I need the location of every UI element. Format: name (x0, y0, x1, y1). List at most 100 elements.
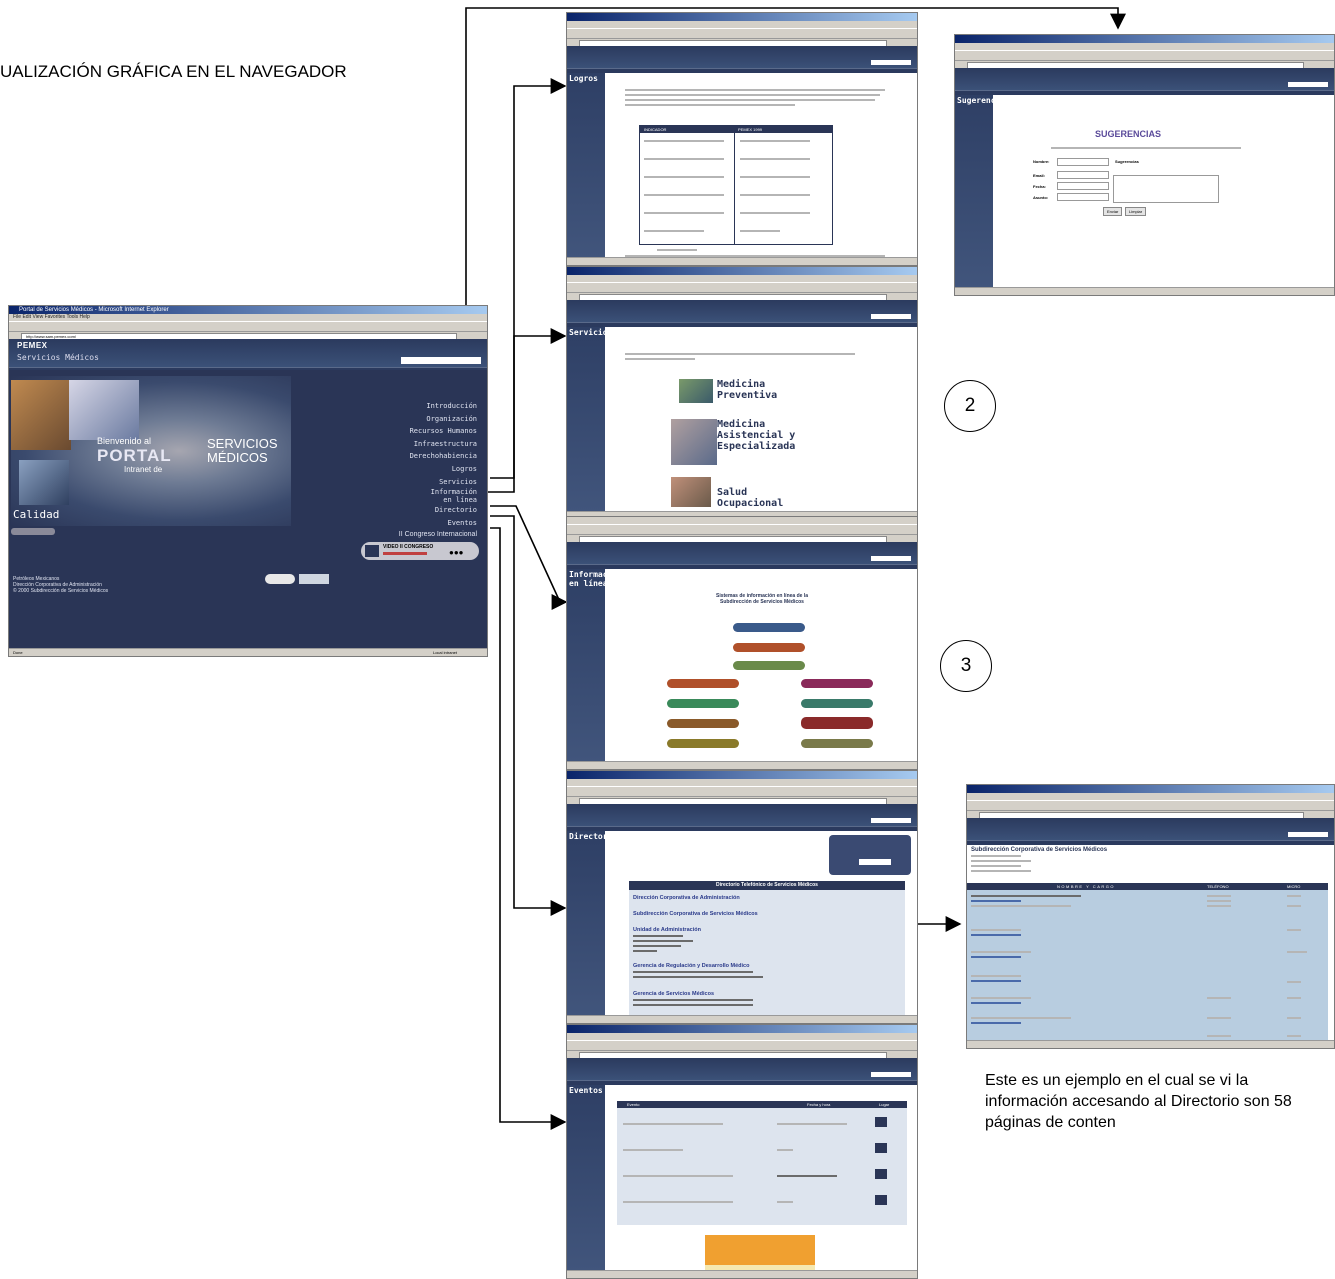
menu-item-informacion[interactable]: Información en línea (427, 488, 477, 504)
window-title (567, 13, 917, 21)
menu-item-servicios[interactable]: Servicios (399, 476, 477, 489)
side-bar (567, 73, 605, 258)
label-fecha: Fecha: (1033, 184, 1046, 189)
status-bar (567, 761, 917, 769)
pemex-logo: PEMEX (17, 341, 48, 350)
servicio-ocupacional[interactable]: Salud Ocupacional (717, 487, 817, 509)
footer-logo (265, 574, 295, 584)
step-marker-2: 2 (944, 380, 996, 432)
system-button[interactable] (801, 739, 873, 748)
event-link-icon[interactable] (875, 1195, 887, 1205)
event-link-icon[interactable] (875, 1143, 887, 1153)
system-button[interactable] (733, 643, 805, 652)
page-body: Eventos Evento Fecha y hora Lugar (567, 1085, 917, 1275)
logros-table-header: INDICADOR PEMEX 1999 (640, 126, 832, 133)
informacion-heading: Sistemas de información en línea de la S… (716, 593, 808, 605)
step-marker-3: 3 (940, 640, 992, 692)
search-input[interactable] (871, 556, 911, 561)
playback-controls-icon[interactable]: ●●● (449, 548, 464, 557)
site-header (567, 542, 917, 564)
menu-item-introduccion[interactable]: Introducción (399, 400, 477, 413)
enviar-button[interactable]: Enviar (1103, 207, 1123, 216)
directory-section[interactable]: Subdirección Corporativa de Servicios Mé… (633, 911, 758, 917)
nombre-input[interactable] (1057, 158, 1109, 166)
menu-bar (955, 43, 1334, 50)
system-button[interactable] (667, 679, 739, 688)
search-input[interactable] (871, 60, 911, 65)
banner-photo-surgery (69, 380, 139, 440)
label-email: Email: (1033, 173, 1046, 178)
search-input[interactable] (871, 818, 911, 823)
page-title: Servicios (569, 328, 613, 337)
system-button[interactable] (801, 717, 873, 729)
email-input[interactable] (1057, 171, 1109, 179)
search-input[interactable] (1288, 82, 1328, 87)
status-bar (567, 1270, 917, 1278)
directory-section[interactable]: Gerencia de Regulación y Desarrollo Médi… (633, 963, 749, 969)
col-indicador: INDICADOR (644, 127, 667, 132)
col-lugar: Lugar (879, 1102, 890, 1107)
eventos-table: Evento Fecha y hora Lugar (617, 1101, 907, 1225)
toolbar (9, 321, 487, 332)
search-input[interactable] (871, 1072, 911, 1077)
site-header (567, 46, 917, 68)
calidad-button[interactable] (11, 528, 55, 535)
footer-line: © 2000 Subdirección de Servicios Médicos (13, 588, 109, 594)
directory-search-input[interactable] (859, 859, 891, 865)
search-input[interactable] (871, 314, 911, 319)
asunto-input[interactable] (1057, 193, 1109, 201)
window-title (567, 1025, 917, 1033)
sugerencias-textarea[interactable] (1113, 175, 1219, 203)
system-button[interactable] (667, 699, 739, 708)
servicio-asistencial[interactable]: Medicina Asistencial y Especializada (717, 419, 817, 452)
address-bar (567, 293, 917, 301)
menu-item-organizacion[interactable]: Organización (399, 413, 477, 426)
col-pemex: PEMEX 1999 (738, 127, 763, 132)
detail-header: NOMBRE Y CARGO TELÉFONO MICRO (967, 883, 1328, 890)
system-button[interactable] (733, 623, 805, 632)
system-button[interactable] (801, 699, 873, 708)
menu-item-recursos-humanos[interactable]: Recursos Humanos (399, 425, 477, 438)
site-header (955, 68, 1334, 90)
search-input[interactable] (401, 357, 481, 364)
page-title: Logros (569, 74, 598, 83)
window-informacion: Información en línea Sistemas de informa… (566, 516, 918, 770)
menu-item-logros[interactable]: Logros (399, 463, 477, 476)
fecha-input[interactable] (1057, 182, 1109, 190)
arrow-informacion (490, 505, 568, 610)
menu-item-congreso[interactable]: II Congreso Internacional (399, 529, 477, 542)
video-widget[interactable]: VIDEO II CONGRESO ●●● (361, 542, 479, 560)
menu-bar (567, 1033, 917, 1040)
address-bar: http://www.sam.pemex.com/ (9, 332, 487, 340)
limpiar-button[interactable]: Limpiar (1125, 207, 1147, 216)
search-input[interactable] (1288, 832, 1328, 837)
toolbar (567, 524, 917, 535)
toolbar (967, 800, 1334, 811)
window-title (955, 35, 1334, 43)
menu-item-derechohabiencia[interactable]: Derechohabiencia (399, 450, 477, 463)
toolbar (567, 28, 917, 39)
label-asunto: Asunto: (1033, 195, 1049, 200)
system-button[interactable] (667, 739, 739, 748)
menu-item-eventos[interactable]: Eventos (399, 517, 477, 530)
directory-section[interactable]: Unidad de Administración (633, 927, 701, 933)
directory-search-box (829, 835, 911, 875)
system-button[interactable] (733, 661, 805, 670)
system-button[interactable] (801, 679, 873, 688)
menu-item-infraestructura[interactable]: Infraestructura (399, 438, 477, 451)
address-bar (567, 535, 917, 543)
col-fecha: Fecha y hora (807, 1102, 831, 1107)
page-body: Servicios Medicina Preventiva Medicina A… (567, 327, 917, 512)
servicio-preventiva[interactable]: Medicina Preventiva (717, 379, 807, 401)
system-button[interactable] (667, 719, 739, 728)
page-heading: UALIZACIÓN GRÁFICA EN EL NAVEGADOR (0, 62, 347, 81)
asistencial-image (671, 419, 717, 465)
event-link-icon[interactable] (875, 1117, 887, 1127)
page-title: Sugerencias (957, 96, 1010, 105)
menu-item-directorio[interactable]: Directorio (399, 504, 477, 517)
menu-bar (967, 793, 1334, 800)
arrow-logros (488, 78, 567, 493)
event-link-icon[interactable] (875, 1169, 887, 1179)
directory-section[interactable]: Dirección Corporativa de Administración (633, 895, 740, 901)
directory-section[interactable]: Gerencia de Servicios Médicos (633, 991, 714, 997)
